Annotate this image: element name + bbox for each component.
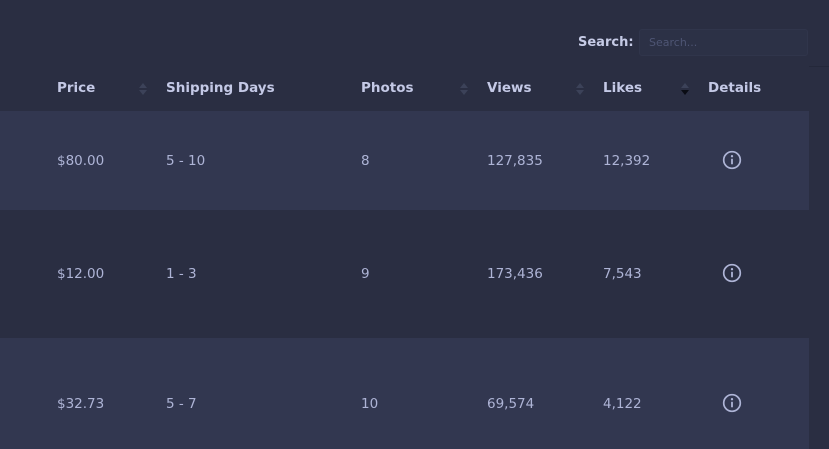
sort-icon-likes[interactable] <box>680 82 690 96</box>
column-header-price-label: Price <box>57 80 96 96</box>
cell-shipping-days: 1 - 3 <box>166 266 197 282</box>
cell-likes: 12,392 <box>603 153 651 169</box>
column-header-details: Details <box>708 66 761 110</box>
sort-icon-views[interactable] <box>575 82 585 96</box>
column-header-views[interactable]: Views <box>487 66 532 110</box>
cell-price: $12.00 <box>57 266 105 282</box>
cell-views: 173,436 <box>487 266 543 282</box>
cell-shipping-days: 5 - 10 <box>166 153 206 169</box>
column-header-shipping-days[interactable]: Shipping Days <box>166 66 275 110</box>
sort-icon-price[interactable] <box>138 82 148 96</box>
table-row: $32.73 5 - 7 10 69,574 4,122 <box>0 338 809 449</box>
column-header-views-label: Views <box>487 80 532 96</box>
column-header-photos-label: Photos <box>361 80 414 96</box>
table-row: $12.00 1 - 3 9 173,436 7,543 <box>0 210 809 338</box>
info-icon[interactable] <box>722 393 742 413</box>
cell-views: 69,574 <box>487 396 535 412</box>
cell-photos: 9 <box>361 266 370 282</box>
column-header-shipping-days-label: Shipping Days <box>166 80 275 96</box>
cell-price: $80.00 <box>57 153 105 169</box>
cell-photos: 10 <box>361 396 379 412</box>
column-header-likes-label: Likes <box>603 80 643 96</box>
cell-views: 127,835 <box>487 153 543 169</box>
column-header-likes[interactable]: Likes <box>603 66 642 110</box>
column-header-photos[interactable]: Photos <box>361 66 414 110</box>
search-label: Search: <box>578 35 634 50</box>
search-input[interactable] <box>639 29 808 56</box>
column-header-details-label: Details <box>708 80 762 96</box>
table-row: $80.00 5 - 10 8 127,835 12,392 <box>0 111 809 210</box>
data-table-page: Search: Price Shipping Days Photos Views <box>0 0 829 449</box>
cell-shipping-days: 5 - 7 <box>166 396 197 412</box>
cell-photos: 8 <box>361 153 370 169</box>
info-icon[interactable] <box>722 263 742 283</box>
cell-price: $32.73 <box>57 396 105 412</box>
table-header: Price Shipping Days Photos Views Likes D… <box>0 66 809 110</box>
sort-icon-photos[interactable] <box>459 82 469 96</box>
table-toolbar: Search: <box>0 0 829 67</box>
cell-likes: 4,122 <box>603 396 642 412</box>
column-header-price[interactable]: Price <box>57 66 95 110</box>
cell-likes: 7,543 <box>603 266 642 282</box>
info-icon[interactable] <box>722 150 742 170</box>
